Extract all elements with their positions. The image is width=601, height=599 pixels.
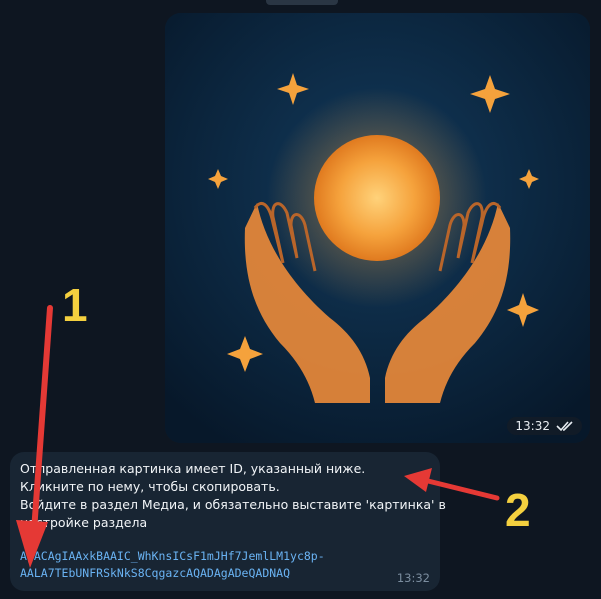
image-message-bubble[interactable]: 13:32 xyxy=(165,13,590,443)
message-line: Войдите в раздел Медиа, и обязательно вы… xyxy=(20,497,446,512)
image-id-line[interactable]: AgACAgIAAxkBAAIC_WhKnsICsF1mJHf7JemlLM1y… xyxy=(20,548,325,565)
image-id-line[interactable]: AALA7TEbUNFRSkNkS8CqgazcAQADAgADeQADNAQ xyxy=(20,565,325,582)
image-id-copy-link[interactable]: AgACAgIAAxkBAAIC_WhKnsICsF1mJHf7JemlLM1y… xyxy=(20,548,325,582)
text-message-bubble[interactable]: Отправленная картинка имеет ID, указанны… xyxy=(10,452,446,591)
message-timestamp: 13:32 xyxy=(396,571,430,585)
annotation-label-2: 2 xyxy=(505,484,531,536)
message-line: Кликните по нему, чтобы скопировать. xyxy=(20,479,280,494)
sun-hands-image[interactable] xyxy=(165,13,590,443)
message-line: Отправленная картинка имеет ID, указанны… xyxy=(20,461,366,476)
message-line: настройке раздела xyxy=(20,515,148,530)
image-time-label: 13:32 xyxy=(515,419,550,433)
scroll-indicator xyxy=(266,0,338,5)
annotation-label-1: 1 xyxy=(62,279,88,331)
double-check-icon xyxy=(556,421,573,432)
image-timestamp: 13:32 xyxy=(507,417,582,435)
message-body: Отправленная картинка имеет ID, указанны… xyxy=(20,460,446,532)
